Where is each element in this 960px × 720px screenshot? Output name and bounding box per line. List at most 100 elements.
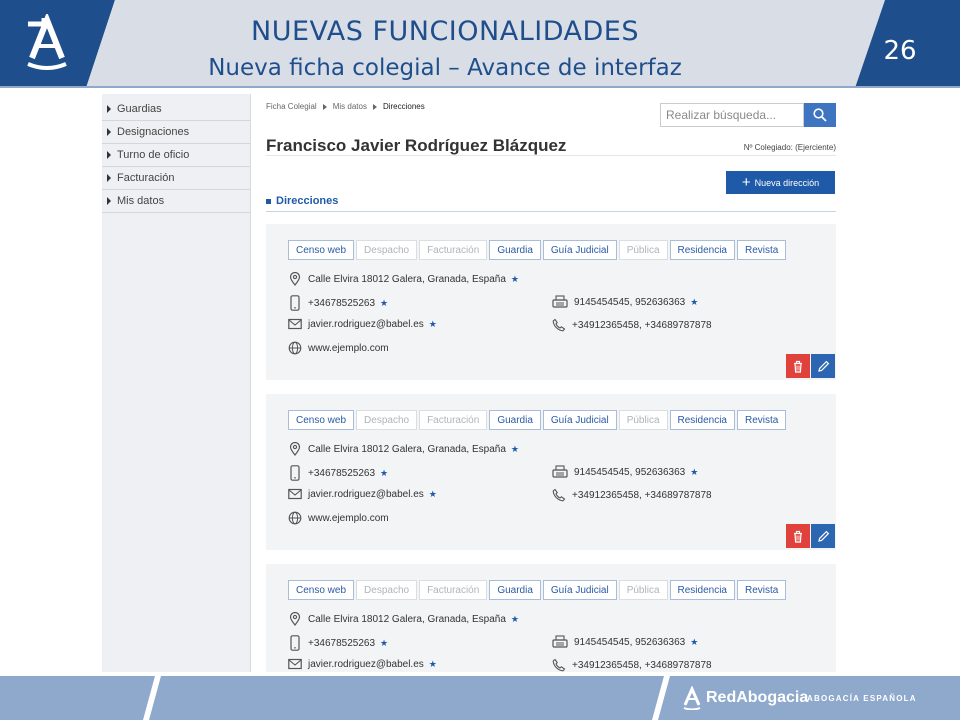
delete-address-button[interactable] [786,354,810,378]
edit-address-button[interactable] [811,354,835,378]
app-window: Guardias Designaciones Turno de oficio F… [100,94,840,672]
fax-numbers-row: 9145454545, 952636363 ★ [552,295,698,309]
divider [266,155,836,156]
pencil-icon [817,530,829,542]
sidebar-item-label: Turno de oficio [117,149,190,161]
address-type-tag[interactable]: Guardia [489,410,541,430]
email-address[interactable]: javier.rodriguez@babel.es [308,489,424,500]
address-type-tag[interactable]: Pública [618,240,668,260]
website-row: www.ejemplo.com [288,341,389,355]
website[interactable]: www.ejemplo.com [308,513,389,524]
sidebar-item-label: Mis datos [117,195,165,207]
caret-right-icon [107,105,111,113]
globe-icon [288,511,302,525]
redabogacia-logo-icon [682,685,702,711]
new-address-label: Nueva dirección [754,177,820,188]
sidebar-item-mis-datos[interactable]: Mis datos [102,190,250,213]
address-type-tag[interactable]: Censo web [288,580,355,600]
delete-address-button[interactable] [786,524,810,548]
abogacia-logo-icon [22,14,72,70]
mobile-number: +34678525263 [308,467,376,479]
address-line-row: Calle Elvira 18012 Galera, Granada, Espa… [288,272,519,286]
address-line: Calle Elvira 18012 Galera, Granada, Espa… [308,613,506,625]
address-type-tag[interactable]: Guía Judicial [542,580,617,600]
sidebar-item-guardias[interactable]: Guardias [102,98,250,121]
address-line-row: Calle Elvira 18012 Galera, Granada, Espa… [288,442,519,456]
section-title-label: Direcciones [276,195,339,207]
new-address-button[interactable]: + Nueva dirección [726,171,835,194]
address-type-tag[interactable]: Guardia [489,580,541,600]
mobile-number-row: +34678525263 ★ [288,635,388,651]
address-type-tag[interactable]: Censo web [288,240,355,260]
address-type-tag[interactable]: Pública [618,580,668,600]
primary-star-icon: ★ [690,296,699,307]
primary-star-icon: ★ [380,297,389,308]
email-address-row: javier.rodriguez@babel.es ★ [288,488,437,500]
search-button[interactable] [804,103,836,127]
fax-numbers-row: 9145454545, 952636363 ★ [552,635,698,649]
address-type-tag[interactable]: Facturación [419,240,488,260]
sidebar-item-turno-de-oficio[interactable]: Turno de oficio [102,144,250,167]
breadcrumb: Ficha Colegial Mis datos Direcciones [266,102,425,111]
address-type-tag[interactable]: Facturación [419,410,488,430]
slide-title: NUEVAS FUNCIONALIDADES [251,16,639,47]
address-type-tag[interactable]: Residencia [669,580,735,600]
address-type-tag[interactable]: Guía Judicial [542,410,617,430]
sidebar-item-label: Guardias [117,103,162,115]
email-address-row: javier.rodriguez@babel.es ★ [288,318,437,330]
address-type-tag[interactable]: Despacho [356,410,418,430]
edit-address-button[interactable] [811,524,835,548]
website[interactable]: www.ejemplo.com [308,343,389,354]
address-type-tag[interactable]: Guardia [489,240,541,260]
email-address[interactable]: javier.rodriguez@babel.es [308,319,424,330]
breadcrumb-separator-icon [372,103,377,110]
phone-icon [552,488,566,502]
colegiado-number: Nº Colegiado: (Ejerciente) [743,143,836,152]
primary-star-icon: ★ [510,273,519,284]
footer-brand: RedAbogacia [706,689,809,706]
phone-numbers-row: +34912365458, +34689787878 [552,318,712,332]
address-type-tag[interactable]: Revista [737,580,787,600]
primary-star-icon: ★ [380,467,389,478]
envelope-icon [288,318,302,330]
phone-numbers: +34912365458, +34689787878 [572,659,712,671]
address-card: Censo web Despacho Facturación Guardia Guía … [266,564,836,672]
search-input[interactable] [660,103,804,127]
sidebar-item-designaciones[interactable]: Designaciones [102,121,250,144]
address-type-tag[interactable]: Despacho [356,580,418,600]
plus-icon: + [741,174,751,191]
fax-numbers: 9145454545, 952636363 [574,636,686,648]
address-card: Censo web Despacho Facturación Guardia Guía … [266,224,836,380]
primary-star-icon: ★ [510,443,519,454]
globe-icon [288,341,302,355]
footer-tagline: ABOGACÍA ESPAÑOLA [807,694,917,703]
address-type-tag[interactable]: Guía Judicial [542,240,617,260]
address-type-tag[interactable]: Revista [737,240,787,260]
divider [266,211,836,212]
sidebar-item-facturacion[interactable]: Facturación [102,167,250,190]
mobile-number-row: +34678525263 ★ [288,465,388,481]
phone-numbers: +34912365458, +34689787878 [572,489,712,501]
breadcrumb-item[interactable]: Ficha Colegial [266,102,317,111]
fax-icon [552,635,568,648]
primary-star-icon: ★ [428,658,437,669]
address-type-tag[interactable]: Revista [737,410,787,430]
mobile-phone-icon [290,635,300,651]
fax-icon [552,295,568,308]
address-type-tags: Censo web Despacho Facturación Guardia Guía … [288,410,787,430]
address-type-tag[interactable]: Censo web [288,410,355,430]
phone-icon [552,318,566,332]
email-address[interactable]: javier.rodriguez@babel.es [308,659,424,670]
address-type-tag[interactable]: Residencia [669,410,735,430]
address-type-tag[interactable]: Despacho [356,240,418,260]
address-card: Censo web Despacho Facturación Guardia Guía … [266,394,836,550]
address-type-tag[interactable]: Residencia [669,240,735,260]
breadcrumb-item[interactable]: Mis datos [333,102,367,111]
address-type-tags: Censo web Despacho Facturación Guardia Guía … [288,580,787,600]
phone-numbers-row: +34912365458, +34689787878 [552,488,712,502]
address-type-tag[interactable]: Facturación [419,580,488,600]
primary-star-icon: ★ [380,637,389,648]
pencil-icon [817,360,829,372]
sidebar-item-label: Designaciones [117,126,190,138]
address-type-tag[interactable]: Pública [618,410,668,430]
